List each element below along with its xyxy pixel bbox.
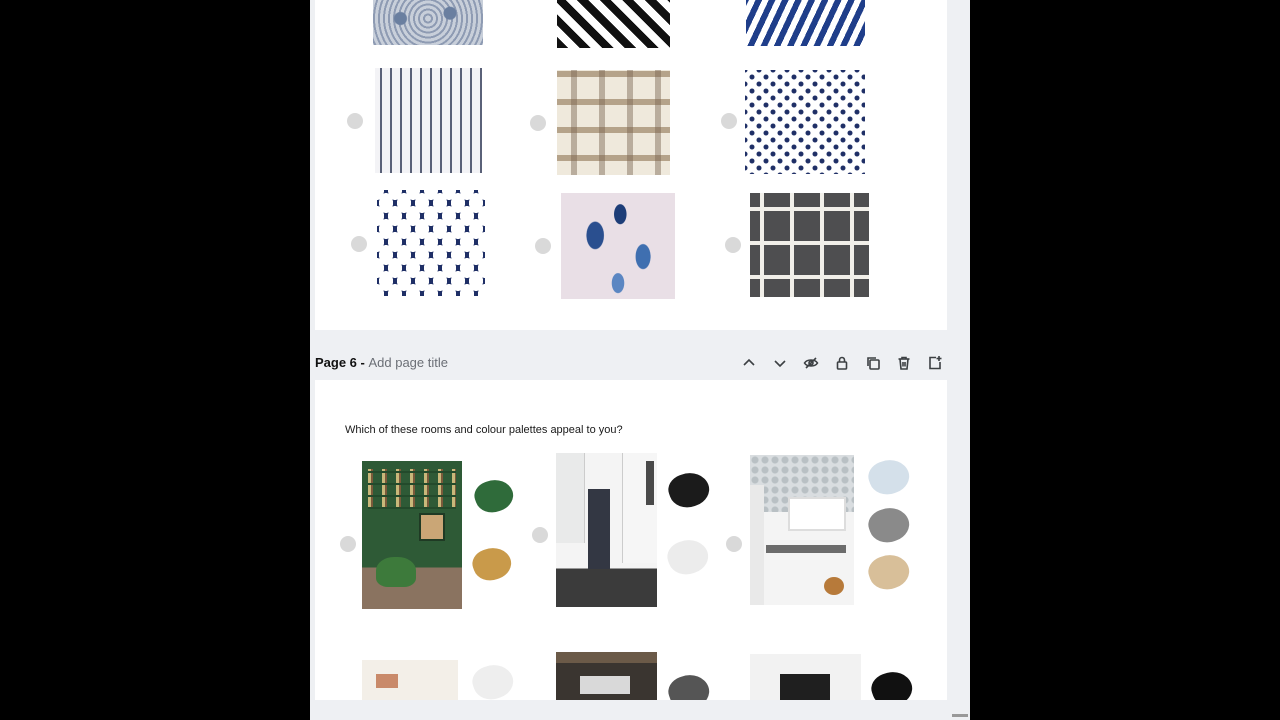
question-text: Which of these rooms and colour palettes…	[345, 424, 623, 436]
paint-swatch-black	[664, 467, 714, 513]
room-photo-living-room[interactable]	[362, 660, 458, 700]
option-radio[interactable]	[530, 115, 546, 131]
paint-swatch-charcoal	[664, 669, 714, 700]
page-number-label: Page 6 -	[315, 355, 369, 370]
paint-swatch-ochre	[468, 542, 516, 586]
lock-icon[interactable]	[831, 352, 853, 374]
page-header: Page 6 - Add page title	[310, 350, 950, 376]
paint-swatch-offwhite	[663, 534, 713, 580]
paint-swatch-green	[470, 474, 518, 518]
option-radio[interactable]	[726, 536, 742, 552]
room-photo-laundry[interactable]	[750, 455, 854, 605]
option-radio[interactable]	[721, 113, 737, 129]
fabric-swatch-navy-ogee[interactable]	[377, 190, 485, 296]
paint-swatch-light	[468, 659, 518, 700]
option-radio[interactable]	[351, 236, 367, 252]
option-radio[interactable]	[347, 113, 363, 129]
fabric-swatch-ticking-stripe[interactable]	[375, 68, 482, 173]
fabric-swatch-geometric-black[interactable]	[557, 0, 670, 48]
hide-icon[interactable]	[800, 352, 822, 374]
duplicate-icon[interactable]	[862, 352, 884, 374]
room-photo-white-kitchen[interactable]	[556, 453, 657, 607]
fabric-swatch-grey-trellis[interactable]	[750, 193, 869, 297]
option-radio[interactable]	[532, 527, 548, 543]
paint-swatch-black-2	[867, 666, 917, 700]
canvas-workspace: Page 6 - Add page title Which of these r…	[310, 0, 970, 720]
scrollbar[interactable]	[952, 714, 968, 717]
paint-swatch-grey	[864, 502, 914, 548]
page-6-canvas[interactable]: Which of these rooms and colour palettes…	[315, 380, 947, 700]
add-page-title[interactable]: Add page title	[368, 355, 448, 370]
option-radio[interactable]	[340, 536, 356, 552]
fabric-swatch-paisley[interactable]	[373, 0, 483, 45]
chevron-down-icon[interactable]	[769, 352, 791, 374]
add-page-icon[interactable]	[924, 352, 946, 374]
fabric-swatch-zebra-blue[interactable]	[746, 0, 865, 46]
room-photo-green-library[interactable]	[362, 461, 462, 609]
option-radio[interactable]	[535, 238, 551, 254]
fabric-swatch-plaid-beige[interactable]	[557, 70, 670, 175]
room-photo-dark-kitchen[interactable]	[556, 652, 657, 700]
option-radio[interactable]	[725, 237, 741, 253]
chevron-up-icon[interactable]	[738, 352, 760, 374]
page-5-canvas[interactable]	[315, 0, 947, 330]
paint-swatch-pale-blue	[864, 454, 914, 500]
fabric-swatch-ikat-blue[interactable]	[561, 193, 675, 299]
fabric-swatch-polka-dot[interactable]	[745, 70, 865, 174]
paint-swatch-beige	[864, 549, 914, 595]
room-photo-art-wall[interactable]	[750, 654, 861, 700]
trash-icon[interactable]	[893, 352, 915, 374]
page-title[interactable]: Page 6 - Add page title	[315, 355, 448, 370]
